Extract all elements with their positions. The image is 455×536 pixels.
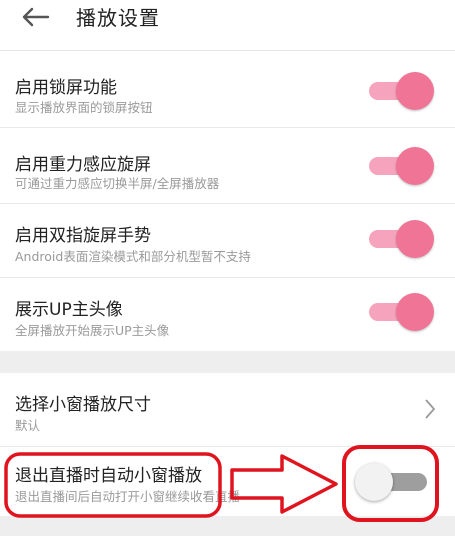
setting-label: 启用锁屏功能 <box>15 78 117 98</box>
lock-screen-toggle[interactable] <box>366 70 438 114</box>
toggle-knob <box>396 293 434 331</box>
toggle-knob <box>396 72 434 110</box>
setting-label: 展示UP主头像 <box>15 300 123 320</box>
setting-row-live-exit-mini-window[interactable]: 退出直播时自动小窗播放 退出直播间后自动打开小窗继续收看直播 <box>0 447 455 516</box>
setting-value: 默认 <box>15 418 41 433</box>
toggle-knob <box>396 220 434 258</box>
setting-row-window-size[interactable]: 选择小窗播放尺寸 默认 <box>0 373 455 445</box>
setting-label: 启用重力感应旋屏 <box>15 155 151 175</box>
setting-row-gravity-rotate[interactable]: 启用重力感应旋屏 可通过重力感应切换半屏/全屏播放器 <box>0 128 455 200</box>
setting-description: 退出直播间后自动打开小窗继续收看直播 <box>15 489 241 504</box>
setting-row-two-finger-rotate[interactable]: 启用双指旋屏手势 Android表面渲染模式和部分机型暂不支持 <box>0 204 455 276</box>
toggle-knob <box>355 463 393 501</box>
section-separator <box>0 351 455 373</box>
section-separator <box>0 516 455 536</box>
setting-description: 可通过重力感应切换半屏/全屏播放器 <box>15 176 220 191</box>
page-title: 播放设置 <box>76 6 160 30</box>
app-header: 播放设置 <box>0 0 455 51</box>
setting-label: 启用双指旋屏手势 <box>15 226 151 246</box>
setting-description: Android表面渲染模式和部分机型暂不支持 <box>15 249 251 264</box>
setting-label: 退出直播时自动小窗播放 <box>15 466 202 486</box>
chevron-right-icon <box>425 399 436 419</box>
toggle-knob <box>396 147 434 185</box>
setting-row-up-avatar[interactable]: 展示UP主头像 全屏播放开始展示UP主头像 <box>0 278 455 351</box>
setting-description: 全屏播放开始展示UP主头像 <box>15 323 170 338</box>
up-avatar-toggle[interactable] <box>366 291 438 335</box>
two-finger-rotate-toggle[interactable] <box>366 218 438 262</box>
setting-label: 选择小窗播放尺寸 <box>15 395 151 415</box>
gravity-rotate-toggle[interactable] <box>366 145 438 189</box>
arrow-left-icon[interactable] <box>20 6 52 28</box>
setting-row-lock-screen[interactable]: 启用锁屏功能 显示播放界面的锁屏按钮 <box>0 51 455 125</box>
setting-description: 显示播放界面的锁屏按钮 <box>15 100 153 115</box>
live-exit-toggle[interactable] <box>355 461 427 505</box>
